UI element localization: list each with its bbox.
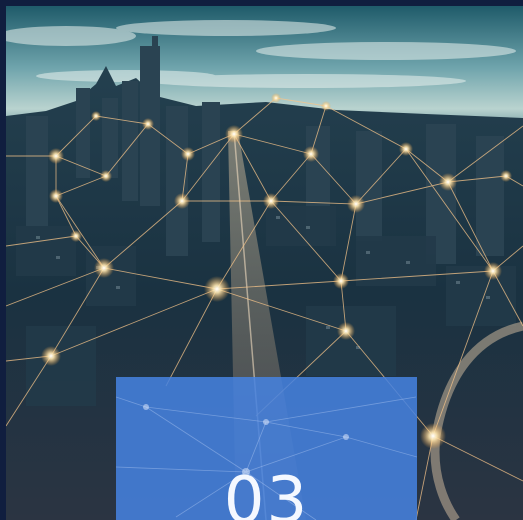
number-card[interactable]: 03 [116, 377, 417, 520]
tile-frame[interactable]: 03 [0, 0, 523, 520]
city-network-image: 03 [6, 6, 523, 520]
tile-number: 03 [223, 464, 310, 520]
